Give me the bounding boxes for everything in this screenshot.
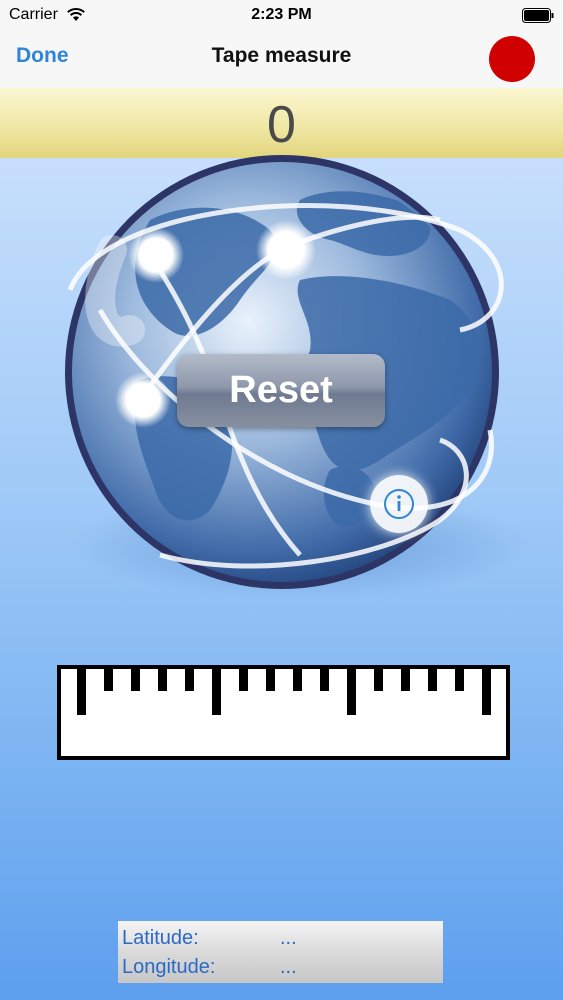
ruler-tick xyxy=(131,669,140,691)
ruler-tick xyxy=(185,669,194,691)
ruler-tick xyxy=(158,669,167,691)
ruler-tick xyxy=(347,669,356,715)
info-icon xyxy=(384,489,414,519)
ruler-tick xyxy=(266,669,275,691)
status-time: 2:23 PM xyxy=(251,6,312,23)
longitude-label: Longitude: xyxy=(122,956,216,978)
ruler-tick xyxy=(293,669,302,691)
longitude-row: Longitude: ... xyxy=(122,954,442,980)
ruler-tick xyxy=(482,669,491,715)
ruler-tick xyxy=(428,669,437,691)
distance-value: 0 xyxy=(267,96,296,154)
longitude-value: ... xyxy=(280,956,297,978)
latitude-label: Latitude: xyxy=(122,927,199,949)
latitude-value: ... xyxy=(280,927,297,949)
ruler-tick xyxy=(320,669,329,691)
battery-icon xyxy=(522,8,554,23)
reset-button[interactable]: Reset xyxy=(177,354,385,427)
navigation-bar: Done Tape measure xyxy=(0,30,563,88)
ruler-tick xyxy=(374,669,383,691)
ruler-tick xyxy=(77,669,86,715)
status-bar: Carrier 2:23 PM xyxy=(0,0,563,30)
page-title: Tape measure xyxy=(211,44,352,67)
ruler-tick xyxy=(104,669,113,691)
latitude-row: Latitude: ... xyxy=(122,925,442,951)
ruler-tick xyxy=(239,669,248,691)
ruler-tick xyxy=(455,669,464,691)
record-button[interactable] xyxy=(489,36,535,82)
ruler-tick xyxy=(401,669,410,691)
info-button[interactable] xyxy=(370,475,428,533)
ruler-tick xyxy=(212,669,221,715)
ruler-icon xyxy=(57,665,510,760)
location-panel: Latitude: ... Longitude: ... xyxy=(118,921,443,983)
